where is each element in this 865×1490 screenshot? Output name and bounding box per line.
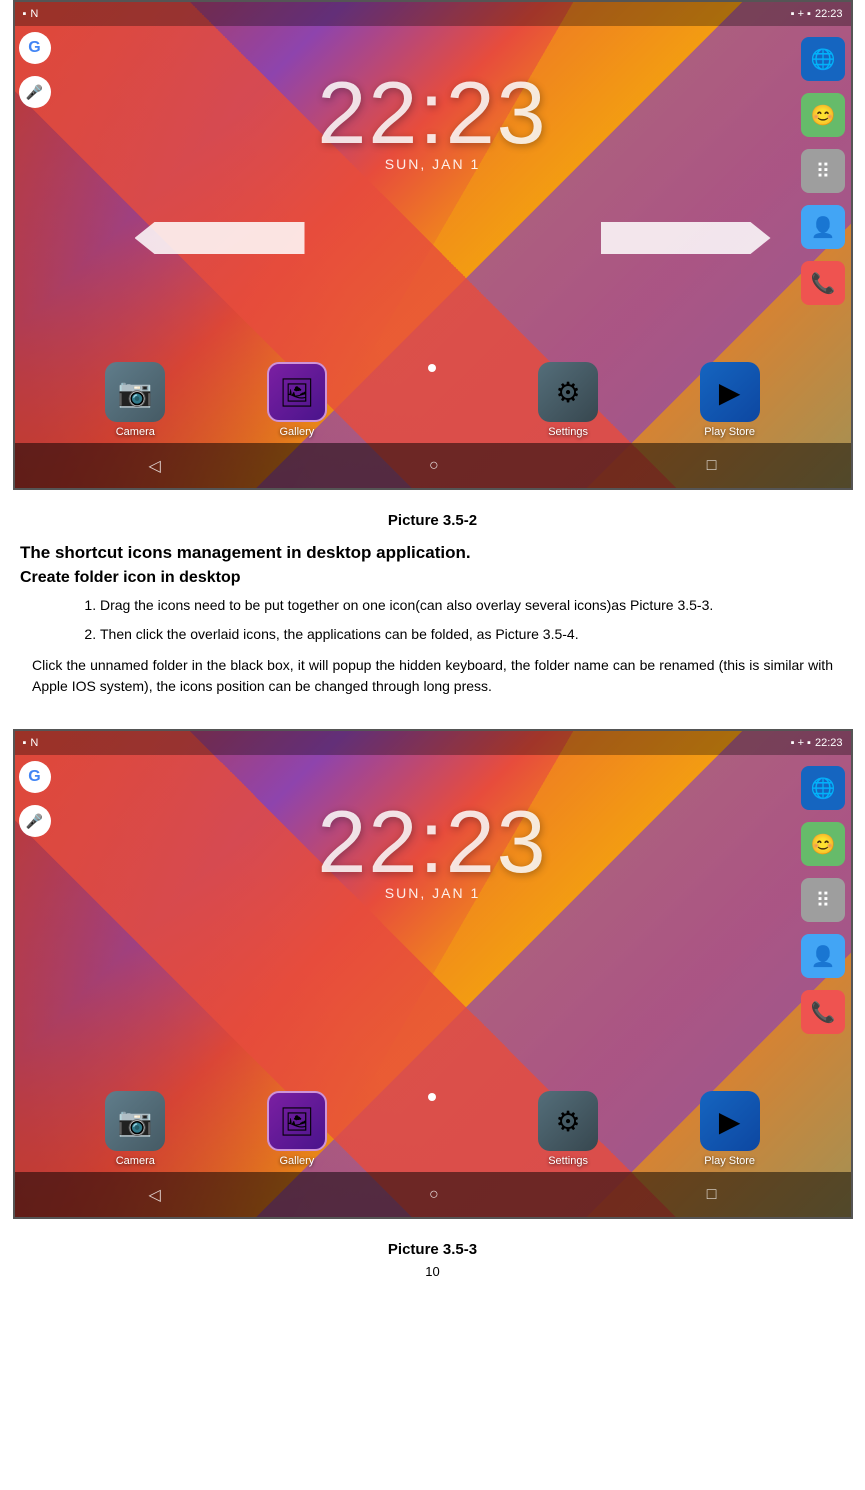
clock-date-top: SUN, JAN 1 — [15, 156, 851, 172]
status-icon-2: N — [30, 8, 38, 20]
phone-icon-b[interactable]: 📞 — [801, 990, 845, 1034]
camera-app-icon-b[interactable]: 📷 — [105, 1091, 165, 1151]
nav-home-top[interactable]: ○ — [429, 457, 439, 475]
status-signal: ▪ + ▪ — [791, 8, 811, 20]
clock-display-bottom: 22:23 SUN, JAN 1 — [15, 791, 851, 901]
mic-icon[interactable]: 🎤 — [19, 76, 51, 108]
nav-bar-bottom: ◁ ○ □ — [15, 1172, 851, 1217]
gallery-label: Gallery — [279, 426, 314, 438]
gallery-app-icon[interactable]: 🖼 — [267, 362, 327, 422]
statusbar-top: ▪ N ▪ + ▪ 22:23 — [15, 2, 851, 26]
camera-app-icon[interactable]: 📷 — [105, 362, 165, 422]
dot-indicator — [428, 364, 436, 372]
clock-time-top: 22:23 — [15, 62, 851, 164]
person-icon-b[interactable]: 👤 — [801, 934, 845, 978]
playstore-app-icon-b[interactable]: ▶ — [700, 1091, 760, 1151]
grid-icon[interactable]: ⠿ — [801, 149, 845, 193]
settings-app-icon[interactable]: ⚙ — [538, 362, 598, 422]
nav-recent-bottom[interactable]: □ — [707, 1186, 717, 1204]
statusbar-bottom-left: ▪ N — [23, 737, 39, 749]
bottom-dock-bottom: 📷 Camera 🖼 Gallery ⚙ Settings ▶ Play Sto… — [15, 1091, 851, 1167]
dock-camera-b[interactable]: 📷 Camera — [105, 1091, 165, 1167]
google-icon-b[interactable]: G — [19, 761, 51, 793]
instructions-list: Drag the icons need to be put together o… — [100, 595, 845, 645]
statusbar-bottom-right: ▪ + ▪ 22:23 — [791, 737, 843, 749]
dock-playstore[interactable]: ▶ Play Store — [700, 362, 760, 438]
status-icon-b2: N — [30, 737, 38, 749]
caption-top: Picture 3.5-2 — [20, 512, 845, 529]
nav-recent-top[interactable]: □ — [707, 457, 717, 475]
subsection-title: Create folder icon in desktop — [20, 569, 845, 587]
settings-app-icon-b[interactable]: ⚙ — [538, 1091, 598, 1151]
smile-icon[interactable]: 😊 — [801, 93, 845, 137]
playstore-app-icon[interactable]: ▶ — [700, 362, 760, 422]
status-time: 22:23 — [815, 8, 843, 20]
person-icon[interactable]: 👤 — [801, 205, 845, 249]
mic-icon-b[interactable]: 🎤 — [19, 805, 51, 837]
statusbar-right-icons: ▪ + ▪ 22:23 — [791, 8, 843, 20]
dock-dot — [428, 362, 436, 438]
camera-label-b: Camera — [116, 1155, 155, 1167]
section-title: The shortcut icons management in desktop… — [20, 543, 845, 563]
sidebar-left-bottom: G 🎤 — [15, 761, 55, 837]
status-time-b: 22:23 — [815, 737, 843, 749]
nav-home-bottom[interactable]: ○ — [429, 1186, 439, 1204]
sidebar-right-bottom: 🌐 😊 ⠿ 👤 📞 — [796, 761, 851, 1034]
smile-icon-b[interactable]: 😊 — [801, 822, 845, 866]
caption-bottom-area: Picture 3.5-3 10 — [0, 1219, 865, 1291]
screenshot-top: ▪ N ▪ + ▪ 22:23 G 🎤 22:23 SUN, JAN 1 🌐 😊… — [13, 0, 853, 490]
settings-label: Settings — [548, 426, 588, 438]
dot-indicator-b — [428, 1093, 436, 1101]
arrow-right — [601, 222, 771, 254]
bottom-dock-top: 📷 Camera 🖼 Gallery ⚙ Settings ▶ Play Sto… — [15, 362, 851, 438]
clock-display-top: 22:23 SUN, JAN 1 — [15, 62, 851, 172]
sidebar-left-top: G 🎤 — [15, 32, 55, 108]
settings-label-b: Settings — [548, 1155, 588, 1167]
globe-icon-b[interactable]: 🌐 — [801, 766, 845, 810]
dock-dot-b — [428, 1091, 436, 1167]
sidebar-right-top: 🌐 😊 ⠿ 👤 📞 — [796, 32, 851, 305]
step-2: Then click the overlaid icons, the appli… — [100, 624, 845, 645]
dock-gallery[interactable]: 🖼 Gallery — [267, 362, 327, 438]
grid-icon-b[interactable]: ⠿ — [801, 878, 845, 922]
arrow-shape-left — [135, 222, 305, 254]
nav-back-bottom[interactable]: ◁ — [149, 1185, 161, 1205]
gallery-label-b: Gallery — [279, 1155, 314, 1167]
clock-date-bottom: SUN, JAN 1 — [15, 885, 851, 901]
nav-bar-top: ◁ ○ □ — [15, 443, 851, 488]
status-icon-1: ▪ — [23, 8, 27, 20]
dock-gallery-b[interactable]: 🖼 Gallery — [267, 1091, 327, 1167]
status-icon-b1: ▪ — [23, 737, 27, 749]
phone-icon[interactable]: 📞 — [801, 261, 845, 305]
playstore-label-b: Play Store — [704, 1155, 755, 1167]
status-signal-b: ▪ + ▪ — [791, 737, 811, 749]
camera-label: Camera — [116, 426, 155, 438]
arrow-shape-right — [601, 222, 771, 254]
statusbar-left-icons: ▪ N — [23, 8, 39, 20]
caption-top-area: Picture 3.5-2 The shortcut icons managem… — [0, 490, 865, 719]
google-icon[interactable]: G — [19, 32, 51, 64]
statusbar-bottom: ▪ N ▪ + ▪ 22:23 — [15, 731, 851, 755]
arrow-left — [135, 222, 305, 254]
gallery-app-icon-b[interactable]: 🖼 — [267, 1091, 327, 1151]
instructions-para: Click the unnamed folder in the black bo… — [20, 655, 845, 697]
dock-playstore-b[interactable]: ▶ Play Store — [700, 1091, 760, 1167]
dock-camera[interactable]: 📷 Camera — [105, 362, 165, 438]
dock-settings-b[interactable]: ⚙ Settings — [538, 1091, 598, 1167]
dock-settings[interactable]: ⚙ Settings — [538, 362, 598, 438]
step-1: Drag the icons need to be put together o… — [100, 595, 845, 616]
screenshot-bottom: ▪ N ▪ + ▪ 22:23 G 🎤 22:23 SUN, JAN 1 🌐 😊… — [13, 729, 853, 1219]
playstore-label: Play Store — [704, 426, 755, 438]
swipe-arrows — [135, 222, 771, 254]
page-number: 10 — [20, 1264, 845, 1279]
clock-time-bottom: 22:23 — [15, 791, 851, 893]
nav-back-top[interactable]: ◁ — [149, 456, 161, 476]
caption-bottom: Picture 3.5-3 — [20, 1241, 845, 1258]
globe-icon[interactable]: 🌐 — [801, 37, 845, 81]
